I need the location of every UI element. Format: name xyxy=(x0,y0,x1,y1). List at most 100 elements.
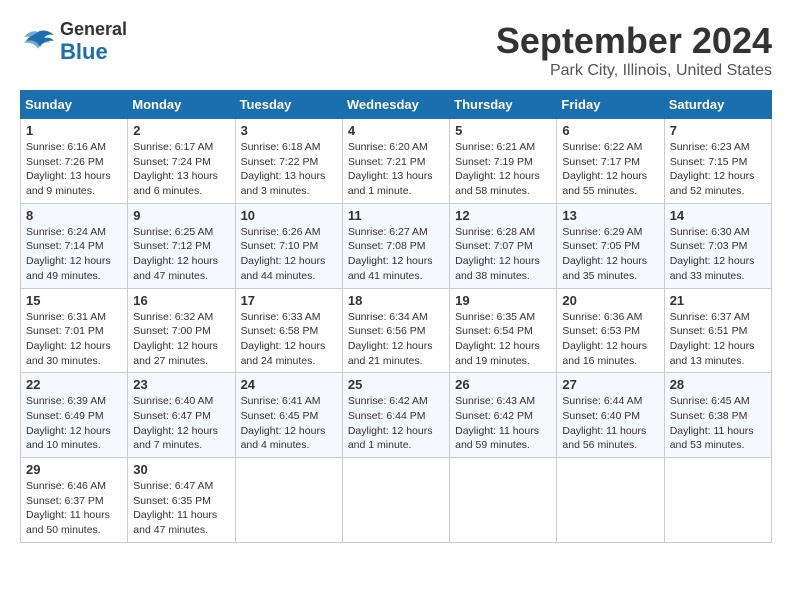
cell-sun-info: Sunrise: 6:43 AMSunset: 6:42 PMDaylight:… xyxy=(455,394,551,453)
cell-sun-info: Sunrise: 6:26 AMSunset: 7:10 PMDaylight:… xyxy=(241,225,337,284)
month-title: September 2024 xyxy=(496,20,772,62)
cell-sun-info: Sunrise: 6:44 AMSunset: 6:40 PMDaylight:… xyxy=(562,394,658,453)
location-title: Park City, Illinois, United States xyxy=(496,62,772,80)
day-number: 8 xyxy=(26,208,122,223)
title-block: September 2024 Park City, Illinois, Unit… xyxy=(496,20,772,80)
cell-sun-info: Sunrise: 6:24 AMSunset: 7:14 PMDaylight:… xyxy=(26,225,122,284)
calendar-table: SundayMondayTuesdayWednesdayThursdayFrid… xyxy=(20,90,772,543)
calendar-cell: 23 Sunrise: 6:40 AMSunset: 6:47 PMDayligh… xyxy=(128,373,235,458)
week-row-5: 29 Sunrise: 6:46 AMSunset: 6:37 PMDayligh… xyxy=(21,458,772,543)
day-number: 29 xyxy=(26,462,122,477)
calendar-cell xyxy=(664,458,771,543)
calendar-cell xyxy=(342,458,449,543)
day-number: 2 xyxy=(133,123,229,138)
calendar-cell: 2 Sunrise: 6:17 AMSunset: 7:24 PMDaylight… xyxy=(128,119,235,204)
cell-sun-info: Sunrise: 6:16 AMSunset: 7:26 PMDaylight:… xyxy=(26,140,122,199)
calendar-cell: 19Sunrise: 6:35 AMSunset: 6:54 PMDayligh… xyxy=(450,288,557,373)
calendar-cell: 30 Sunrise: 6:47 AMSunset: 6:35 PMDayligh… xyxy=(128,458,235,543)
weekday-header-friday: Friday xyxy=(557,91,664,119)
cell-sun-info: Sunrise: 6:36 AMSunset: 6:53 PMDaylight:… xyxy=(562,310,658,369)
cell-sun-info: Sunrise: 6:46 AMSunset: 6:37 PMDaylight:… xyxy=(26,479,122,538)
cell-sun-info: Sunrise: 6:31 AMSunset: 7:01 PMDaylight:… xyxy=(26,310,122,369)
calendar-cell: 29 Sunrise: 6:46 AMSunset: 6:37 PMDayligh… xyxy=(21,458,128,543)
calendar-cell: 12Sunrise: 6:28 AMSunset: 7:07 PMDayligh… xyxy=(450,203,557,288)
calendar-cell: 27 Sunrise: 6:44 AMSunset: 6:40 PMDayligh… xyxy=(557,373,664,458)
day-number: 23 xyxy=(133,377,229,392)
calendar-cell: 24 Sunrise: 6:41 AMSunset: 6:45 PMDayligh… xyxy=(235,373,342,458)
calendar-cell: 28 Sunrise: 6:45 AMSunset: 6:38 PMDayligh… xyxy=(664,373,771,458)
weekday-header-thursday: Thursday xyxy=(450,91,557,119)
weekday-header-saturday: Saturday xyxy=(664,91,771,119)
cell-sun-info: Sunrise: 6:33 AMSunset: 6:58 PMDaylight:… xyxy=(241,310,337,369)
day-number: 9 xyxy=(133,208,229,223)
cell-sun-info: Sunrise: 6:21 AMSunset: 7:19 PMDaylight:… xyxy=(455,140,551,199)
day-number: 27 xyxy=(562,377,658,392)
calendar-cell: 14 Sunrise: 6:30 AMSunset: 7:03 PMDayligh… xyxy=(664,203,771,288)
cell-sun-info: Sunrise: 6:39 AMSunset: 6:49 PMDaylight:… xyxy=(26,394,122,453)
cell-sun-info: Sunrise: 6:29 AMSunset: 7:05 PMDaylight:… xyxy=(562,225,658,284)
cell-sun-info: Sunrise: 6:27 AMSunset: 7:08 PMDaylight:… xyxy=(348,225,444,284)
calendar-cell: 22 Sunrise: 6:39 AMSunset: 6:49 PMDayligh… xyxy=(21,373,128,458)
day-number: 25 xyxy=(348,377,444,392)
cell-sun-info: Sunrise: 6:40 AMSunset: 6:47 PMDaylight:… xyxy=(133,394,229,453)
cell-sun-info: Sunrise: 6:32 AMSunset: 7:00 PMDaylight:… xyxy=(133,310,229,369)
cell-sun-info: Sunrise: 6:41 AMSunset: 6:45 PMDaylight:… xyxy=(241,394,337,453)
day-number: 7 xyxy=(670,123,766,138)
cell-sun-info: Sunrise: 6:37 AMSunset: 6:51 PMDaylight:… xyxy=(670,310,766,369)
day-number: 17 xyxy=(241,293,337,308)
day-number: 16 xyxy=(133,293,229,308)
cell-sun-info: Sunrise: 6:22 AMSunset: 7:17 PMDaylight:… xyxy=(562,140,658,199)
calendar-cell: 7Sunrise: 6:23 AMSunset: 7:15 PMDaylight… xyxy=(664,119,771,204)
cell-sun-info: Sunrise: 6:42 AMSunset: 6:44 PMDaylight:… xyxy=(348,394,444,453)
day-number: 3 xyxy=(241,123,337,138)
day-number: 4 xyxy=(348,123,444,138)
calendar-cell: 26 Sunrise: 6:43 AMSunset: 6:42 PMDayligh… xyxy=(450,373,557,458)
calendar-cell: 16 Sunrise: 6:32 AMSunset: 7:00 PMDayligh… xyxy=(128,288,235,373)
calendar-cell: 6 Sunrise: 6:22 AMSunset: 7:17 PMDaylight… xyxy=(557,119,664,204)
day-number: 15 xyxy=(26,293,122,308)
cell-sun-info: Sunrise: 6:45 AMSunset: 6:38 PMDaylight:… xyxy=(670,394,766,453)
day-number: 13 xyxy=(562,208,658,223)
day-number: 6 xyxy=(562,123,658,138)
weekday-header-monday: Monday xyxy=(128,91,235,119)
calendar-cell: 8 Sunrise: 6:24 AMSunset: 7:14 PMDaylight… xyxy=(21,203,128,288)
day-number: 5 xyxy=(455,123,551,138)
cell-sun-info: Sunrise: 6:25 AMSunset: 7:12 PMDaylight:… xyxy=(133,225,229,284)
day-number: 24 xyxy=(241,377,337,392)
cell-sun-info: Sunrise: 6:34 AMSunset: 6:56 PMDaylight:… xyxy=(348,310,444,369)
calendar-cell xyxy=(557,458,664,543)
cell-sun-info: Sunrise: 6:47 AMSunset: 6:35 PMDaylight:… xyxy=(133,479,229,538)
calendar-cell: 17 Sunrise: 6:33 AMSunset: 6:58 PMDayligh… xyxy=(235,288,342,373)
day-number: 14 xyxy=(670,208,766,223)
calendar-cell: 21 Sunrise: 6:37 AMSunset: 6:51 PMDayligh… xyxy=(664,288,771,373)
calendar-cell: 25 Sunrise: 6:42 AMSunset: 6:44 PMDayligh… xyxy=(342,373,449,458)
calendar-cell xyxy=(450,458,557,543)
week-row-4: 22 Sunrise: 6:39 AMSunset: 6:49 PMDayligh… xyxy=(21,373,772,458)
day-number: 1 xyxy=(26,123,122,138)
day-number: 18 xyxy=(348,293,444,308)
calendar-cell xyxy=(235,458,342,543)
day-number: 26 xyxy=(455,377,551,392)
logo: General Blue xyxy=(20,20,127,64)
day-number: 21 xyxy=(670,293,766,308)
cell-sun-info: Sunrise: 6:30 AMSunset: 7:03 PMDaylight:… xyxy=(670,225,766,284)
day-number: 22 xyxy=(26,377,122,392)
page-header: General Blue September 2024 Park City, I… xyxy=(20,20,772,80)
day-number: 28 xyxy=(670,377,766,392)
calendar-cell: 5 Sunrise: 6:21 AMSunset: 7:19 PMDaylight… xyxy=(450,119,557,204)
logo-icon xyxy=(20,27,56,57)
week-row-1: 1 Sunrise: 6:16 AMSunset: 7:26 PMDaylight… xyxy=(21,119,772,204)
day-number: 30 xyxy=(133,462,229,477)
logo-blue: Blue xyxy=(60,40,127,64)
day-number: 19 xyxy=(455,293,551,308)
logo-general: General xyxy=(60,20,127,40)
calendar-cell: 4 Sunrise: 6:20 AMSunset: 7:21 PMDaylight… xyxy=(342,119,449,204)
cell-sun-info: Sunrise: 6:20 AMSunset: 7:21 PMDaylight:… xyxy=(348,140,444,199)
week-row-2: 8 Sunrise: 6:24 AMSunset: 7:14 PMDaylight… xyxy=(21,203,772,288)
cell-sun-info: Sunrise: 6:28 AMSunset: 7:07 PMDaylight:… xyxy=(455,225,551,284)
cell-sun-info: Sunrise: 6:18 AMSunset: 7:22 PMDaylight:… xyxy=(241,140,337,199)
day-number: 20 xyxy=(562,293,658,308)
cell-sun-info: Sunrise: 6:17 AMSunset: 7:24 PMDaylight:… xyxy=(133,140,229,199)
week-row-3: 15 Sunrise: 6:31 AMSunset: 7:01 PMDayligh… xyxy=(21,288,772,373)
calendar-cell: 11Sunrise: 6:27 AMSunset: 7:08 PMDayligh… xyxy=(342,203,449,288)
